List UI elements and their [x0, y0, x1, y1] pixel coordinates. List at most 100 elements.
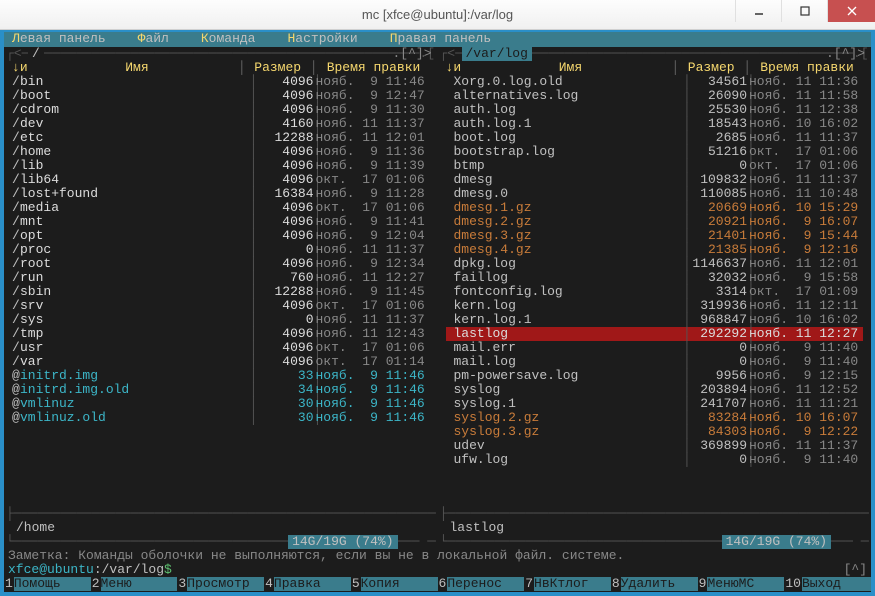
file-row[interactable]: /mnt│4096│нояб. 9 11:41	[12, 215, 430, 229]
file-row[interactable]: boot.log│2685│нояб. 11 11:37	[446, 131, 864, 145]
file-row[interactable]: /root│4096│нояб. 9 12:34	[12, 257, 430, 271]
file-row[interactable]: /usr│4096│окт. 17 01:06	[12, 341, 430, 355]
file-row[interactable]: /lib64│4096│окт. 17 01:06	[12, 173, 430, 187]
file-row[interactable]: /var│4096│окт. 17 01:14	[12, 355, 430, 369]
file-row[interactable]: dmesg.1.gz│20669│нояб. 10 15:29	[446, 201, 864, 215]
file-row[interactable]: kern.log.1│968847│нояб. 10 16:02	[446, 313, 864, 327]
file-row[interactable]: /etc│12288│нояб. 11 12:01	[12, 131, 430, 145]
file-row[interactable]: syslog.3.gz│84303│нояб. 9 12:22	[446, 425, 864, 439]
file-row[interactable]: dmesg.2.gz│20921│нояб. 9 16:07	[446, 215, 864, 229]
file-row[interactable]: /srv│4096│окт. 17 01:06	[12, 299, 430, 313]
file-row[interactable]: /boot│4096│нояб. 9 12:47	[12, 89, 430, 103]
terminal: Левая панель Файл Команда Настройки Правая п…	[0, 30, 875, 596]
col-name[interactable]: Имя	[36, 61, 238, 75]
fkey-8[interactable]: 8Удалить	[611, 577, 698, 591]
fkey-9[interactable]: 9МенюМС	[698, 577, 785, 591]
file-row[interactable]: lastlog│292292│нояб. 11 12:27	[446, 327, 864, 341]
col-name[interactable]: Имя	[470, 61, 672, 75]
file-row[interactable]: @initrd.img.old│34│нояб. 9 11:46	[12, 383, 430, 397]
left-panel-path[interactable]: /	[28, 47, 44, 61]
file-row[interactable]: /tmp│4096│нояб. 11 12:43	[12, 327, 430, 341]
file-row[interactable]: syslog.2.gz│83284│нояб. 10 16:07	[446, 411, 864, 425]
right-panel-header[interactable]: ↓и Имя │ Размер │ Время правки	[446, 61, 864, 75]
hint-line: Заметка: Команды оболочки не выполняются…	[4, 549, 871, 563]
right-panel-path[interactable]: /var/log	[462, 47, 532, 61]
maximize-button[interactable]	[781, 0, 827, 22]
fkey-3[interactable]: 3Просмотр	[177, 577, 264, 591]
file-row[interactable]: dmesg.0│110085│нояб. 11 10:48	[446, 187, 864, 201]
menu-bar[interactable]: Левая панель Файл Команда Настройки Правая п…	[4, 32, 871, 47]
file-row[interactable]: syslog│203894│нояб. 11 12:52	[446, 383, 864, 397]
col-date[interactable]: Время правки	[318, 61, 430, 75]
file-row[interactable]: /proc│0│нояб. 11 11:37	[12, 243, 430, 257]
titlebar[interactable]: mc [xfce@ubuntu]:/var/log	[0, 0, 875, 30]
col-size[interactable]: Размер	[246, 61, 310, 75]
file-row[interactable]: dmesg│109832│нояб. 11 11:37	[446, 173, 864, 187]
file-row[interactable]: /sbin│12288│нояб. 9 11:45	[12, 285, 430, 299]
right-panel-footer: lastlog	[446, 521, 864, 535]
window-controls	[735, 0, 875, 22]
file-row[interactable]: /lost+found│16384│нояб. 9 11:28	[12, 187, 430, 201]
file-row[interactable]: btmp│0│окт. 17 01:06	[446, 159, 864, 173]
fkey-5[interactable]: 5Копия	[351, 577, 438, 591]
fkey-4[interactable]: 4Правка	[264, 577, 351, 591]
prompt-user: xfce@ubuntu	[8, 563, 94, 577]
file-row[interactable]: syslog.1│241707│нояб. 11 11:21	[446, 397, 864, 411]
left-rows[interactable]: /bin│4096│нояб. 9 11:46/boot│4096│нояб. …	[12, 75, 430, 425]
fkey-6[interactable]: 6Перенос	[438, 577, 525, 591]
panel-corner-ind: .[^]>	[826, 47, 865, 61]
file-row[interactable]: mail.log│0│нояб. 9 11:40	[446, 355, 864, 369]
file-row[interactable]: auth.log│25530│нояб. 11 12:38	[446, 103, 864, 117]
file-row[interactable]: /cdrom│4096│нояб. 9 11:30	[12, 103, 430, 117]
col-size[interactable]: Размер	[679, 61, 743, 75]
file-row[interactable]: /lib│4096│нояб. 9 11:39	[12, 159, 430, 173]
file-row[interactable]: /home│4096│нояб. 9 11:36	[12, 145, 430, 159]
file-row[interactable]: @initrd.img│33│нояб. 9 11:46	[12, 369, 430, 383]
file-row[interactable]: /sys│0│нояб. 11 11:37	[12, 313, 430, 327]
fkey-10[interactable]: 10Выход	[784, 577, 871, 591]
file-row[interactable]: /bin│4096│нояб. 9 11:46	[12, 75, 430, 89]
right-panel[interactable]: ┌<─ ────────────────────────────────────…	[438, 47, 872, 549]
file-row[interactable]: Xorg.0.log.old│34561│нояб. 11 11:36	[446, 75, 864, 89]
menu-item[interactable]: Команда	[201, 32, 256, 47]
file-row[interactable]: dmesg.3.gz│21401│нояб. 9 15:44	[446, 229, 864, 243]
panels: ┌<─ ────────────────────────────────────…	[4, 47, 871, 549]
file-row[interactable]: /run│760│нояб. 11 12:27	[12, 271, 430, 285]
right-rows[interactable]: Xorg.0.log.old│34561│нояб. 11 11:36 alte…	[446, 75, 864, 467]
file-row[interactable]: /dev│4160│нояб. 11 11:37	[12, 117, 430, 131]
prompt-indicator: [^]	[844, 563, 867, 577]
sort-arrow-icon: ↓	[12, 60, 20, 75]
col-date[interactable]: Время правки	[751, 61, 863, 75]
file-row[interactable]: /opt│4096│нояб. 9 12:04	[12, 229, 430, 243]
file-row[interactable]: alternatives.log│26090│нояб. 11 11:58	[446, 89, 864, 103]
right-panel-stats: 14G/19G (74%)	[722, 535, 831, 549]
file-row[interactable]: bootstrap.log│51216│окт. 17 01:06	[446, 145, 864, 159]
fkey-bar[interactable]: 1Помощь2Меню3Просмотр4Правка5Копия6Перен…	[4, 577, 871, 591]
left-panel-header[interactable]: ↓и Имя │ Размер │ Время правки	[12, 61, 430, 75]
file-row[interactable]: @vmlinuz│30│нояб. 9 11:46	[12, 397, 430, 411]
panel-corner-ind: .[^]>	[392, 47, 431, 61]
menu-item[interactable]: Файл	[138, 32, 169, 47]
menu-item[interactable]: Левая панель	[12, 32, 106, 47]
minimize-button[interactable]	[735, 0, 781, 22]
file-row[interactable]: /media│4096│окт. 17 01:06	[12, 201, 430, 215]
fkey-7[interactable]: 7НвКтлог	[524, 577, 611, 591]
fkey-2[interactable]: 2Меню	[91, 577, 178, 591]
file-row[interactable]: @vmlinuz.old│30│нояб. 9 11:46	[12, 411, 430, 425]
file-row[interactable]: dmesg.4.gz│21385│нояб. 9 12:16	[446, 243, 864, 257]
file-row[interactable]: kern.log│319936│нояб. 11 12:11	[446, 299, 864, 313]
file-row[interactable]: fontconfig.log│3314│окт. 17 01:09	[446, 285, 864, 299]
file-row[interactable]: mail.err│0│нояб. 9 11:40	[446, 341, 864, 355]
close-button[interactable]	[827, 0, 875, 22]
prompt-line[interactable]: xfce@ubuntu:/var/log$ [^]	[4, 563, 871, 577]
file-row[interactable]: dpkg.log│1146637│нояб. 11 12:01	[446, 257, 864, 271]
menu-item[interactable]: Правая панель	[390, 32, 491, 47]
file-row[interactable]: auth.log.1│18543│нояб. 10 16:02	[446, 117, 864, 131]
left-panel[interactable]: ┌<─ ────────────────────────────────────…	[4, 47, 438, 549]
file-row[interactable]: faillog│32032│нояб. 9 15:58	[446, 271, 864, 285]
file-row[interactable]: ufw.log│0│нояб. 9 11:40	[446, 453, 864, 467]
menu-item[interactable]: Настройки	[287, 32, 357, 47]
file-row[interactable]: udev│369899│нояб. 11 11:37	[446, 439, 864, 453]
file-row[interactable]: pm-powersave.log│9956│нояб. 9 12:15	[446, 369, 864, 383]
fkey-1[interactable]: 1Помощь	[4, 577, 91, 591]
